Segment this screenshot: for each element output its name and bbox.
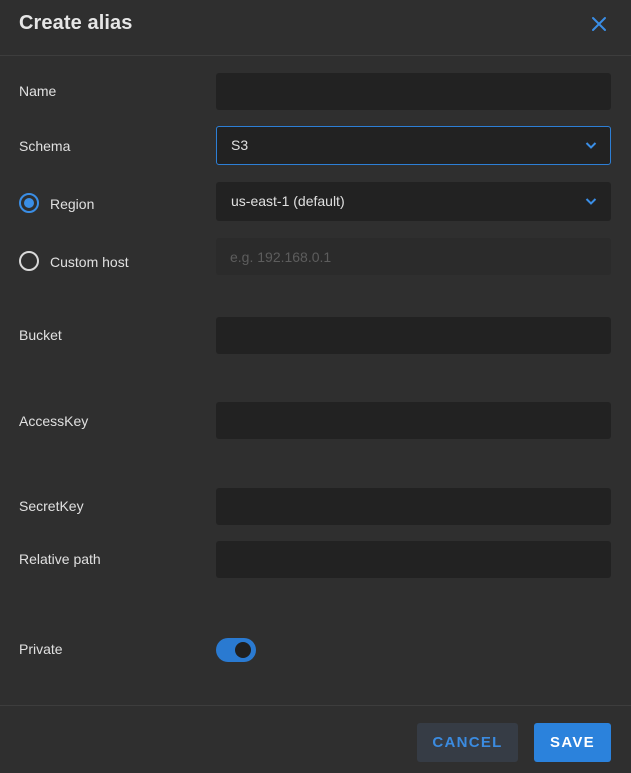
custom-host-field[interactable]: [216, 238, 611, 275]
secret-key-field[interactable]: [216, 488, 611, 525]
name-label: Name: [19, 83, 57, 99]
save-button[interactable]: SAVE: [534, 723, 611, 762]
name-field[interactable]: [216, 73, 611, 110]
schema-select-value: S3: [231, 137, 249, 153]
region-select-value: us-east-1 (default): [231, 193, 345, 209]
region-radio[interactable]: [19, 193, 39, 213]
region-select[interactable]: us-east-1 (default): [216, 182, 611, 221]
access-key-input[interactable]: [216, 402, 611, 439]
schema-select[interactable]: S3: [216, 126, 611, 165]
name-input[interactable]: [216, 73, 611, 110]
relative-path-input[interactable]: [216, 541, 611, 578]
bucket-field[interactable]: [216, 317, 611, 354]
schema-label: Schema: [19, 138, 71, 154]
toggle-knob: [235, 642, 251, 658]
secret-key-input[interactable]: [216, 488, 611, 525]
cancel-button[interactable]: CANCEL: [417, 723, 518, 762]
secret-key-label: SecretKey: [19, 498, 84, 514]
chevron-down-icon: [585, 198, 597, 205]
access-key-field[interactable]: [216, 402, 611, 439]
relative-path-label: Relative path: [19, 551, 101, 567]
bucket-label: Bucket: [19, 327, 62, 343]
close-button[interactable]: [588, 13, 610, 35]
custom-host-input[interactable]: [216, 238, 611, 275]
dialog-header: Create alias: [0, 0, 631, 56]
access-key-label: AccessKey: [19, 413, 89, 429]
create-alias-dialog: Create alias Name Schema S3 Region us-ea…: [0, 0, 631, 773]
private-label: Private: [19, 641, 63, 657]
chevron-down-icon: [585, 142, 597, 149]
private-toggle[interactable]: [216, 638, 256, 662]
dialog-title: Create alias: [19, 12, 133, 34]
custom-host-radio-label: Custom host: [50, 254, 129, 270]
region-radio-label: Region: [50, 196, 95, 212]
custom-host-radio[interactable]: [19, 251, 39, 271]
close-icon: [592, 17, 606, 31]
relative-path-field[interactable]: [216, 541, 611, 578]
bucket-input[interactable]: [216, 317, 611, 354]
